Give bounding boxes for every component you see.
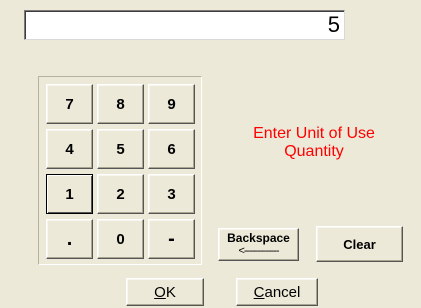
backspace-button[interactable]: Backspace <------------- xyxy=(218,228,299,261)
ok-button[interactable]: OK xyxy=(126,278,204,306)
key-8[interactable]: 8 xyxy=(97,84,144,124)
key-decimal[interactable]: . xyxy=(46,219,93,259)
cancel-mnemonic: C xyxy=(253,283,265,301)
key-9[interactable]: 9 xyxy=(148,84,195,124)
prompt-line-2: Quantity xyxy=(284,143,344,160)
key-4[interactable]: 4 xyxy=(46,129,93,169)
key-5[interactable]: 5 xyxy=(97,129,144,169)
ok-mnemonic: O xyxy=(154,283,166,301)
quantity-display[interactable]: 5 xyxy=(24,10,345,40)
key-0[interactable]: 0 xyxy=(97,219,144,259)
backspace-arrow-icon: <------------- xyxy=(238,244,279,257)
backspace-label: Backspace xyxy=(227,230,290,245)
numeric-keypad: 7 8 9 4 5 6 1 2 3 . 0 - xyxy=(38,76,202,265)
key-1[interactable]: 1 xyxy=(46,174,93,214)
key-minus[interactable]: - xyxy=(148,219,195,259)
key-3[interactable]: 3 xyxy=(148,174,195,214)
cancel-button[interactable]: Cancel xyxy=(236,278,318,306)
key-7[interactable]: 7 xyxy=(46,84,93,124)
clear-button[interactable]: Clear xyxy=(316,226,403,262)
cancel-label-rest: ancel xyxy=(264,283,301,301)
key-6[interactable]: 6 xyxy=(148,129,195,169)
ok-label-rest: K xyxy=(165,283,176,301)
prompt-line-1: Enter Unit of Use xyxy=(253,125,375,142)
key-2[interactable]: 2 xyxy=(97,174,144,214)
prompt-message: Enter Unit of Use Quantity xyxy=(224,125,404,161)
